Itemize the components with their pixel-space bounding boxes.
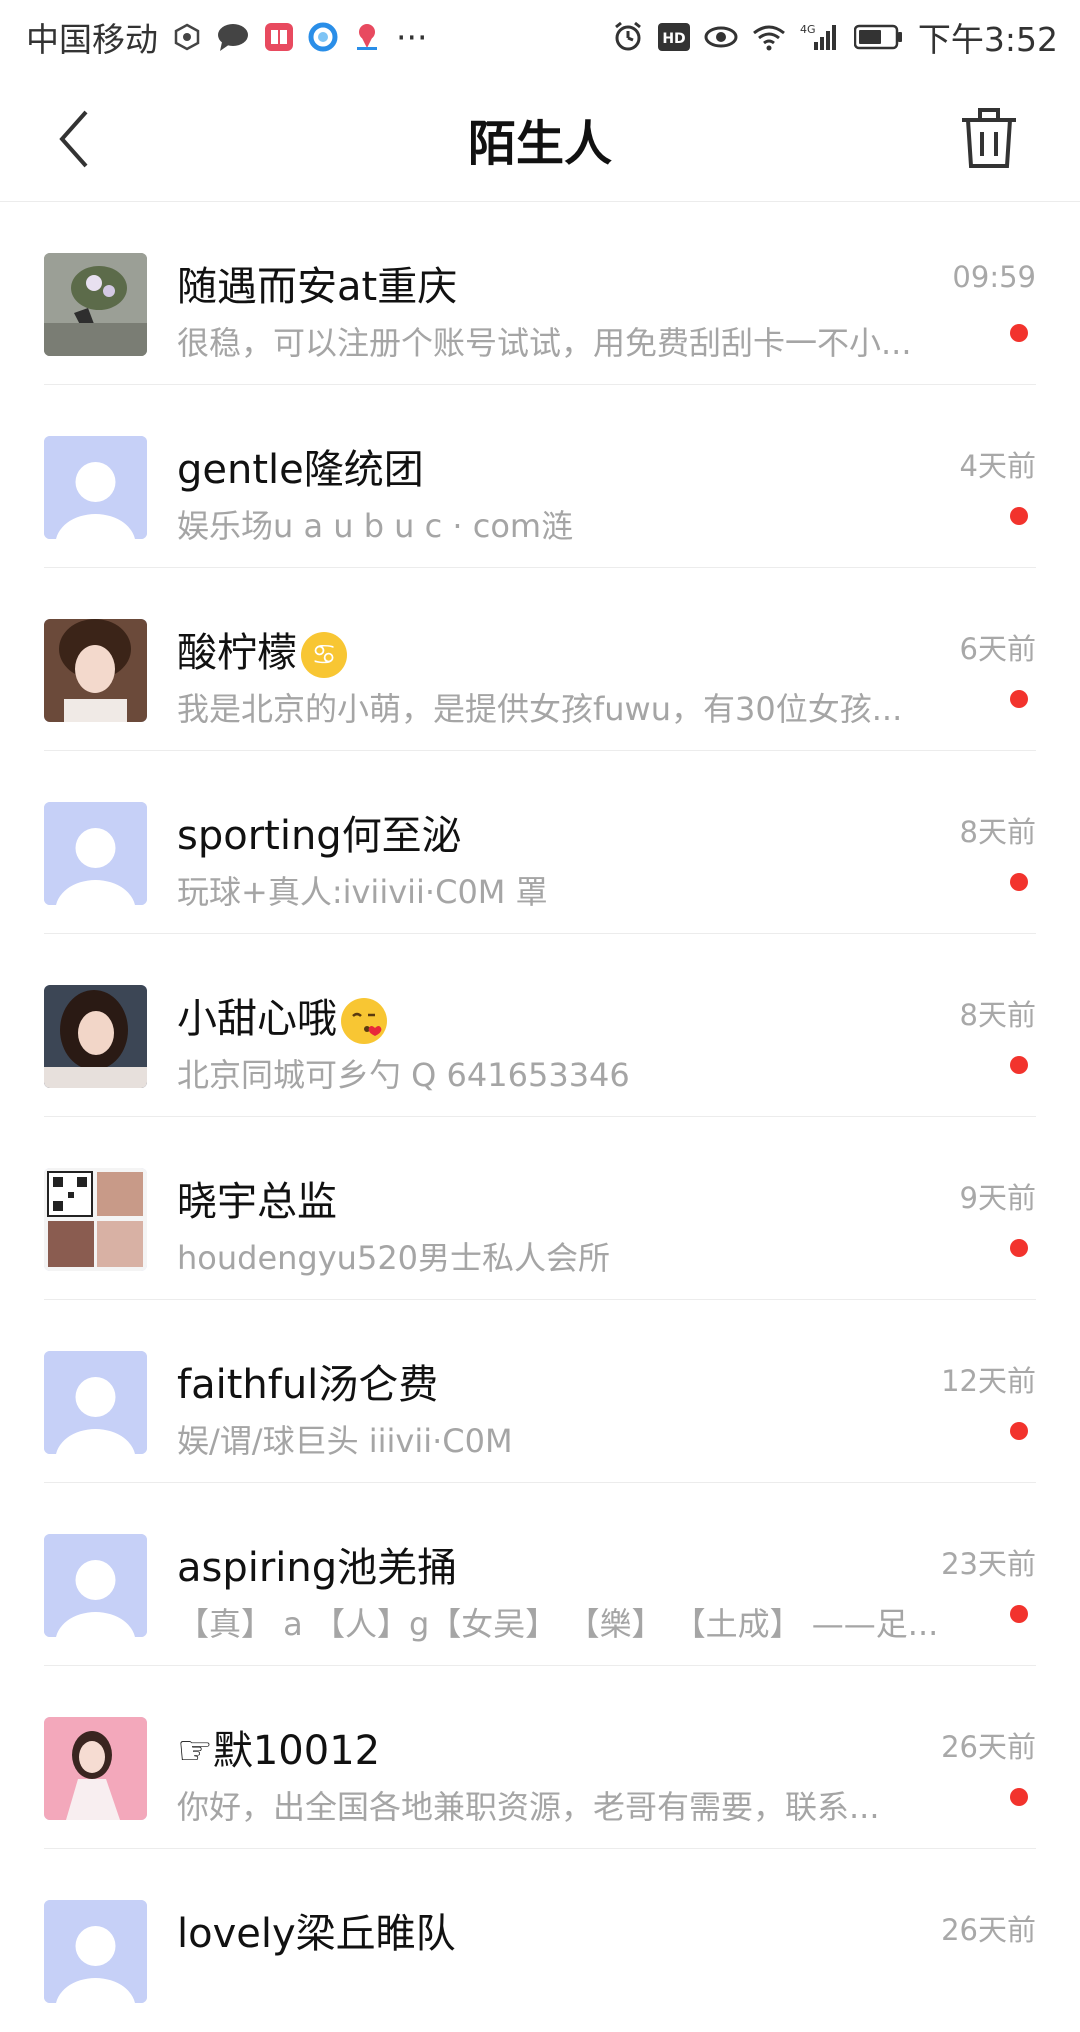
person-silhouette-icon (44, 436, 147, 539)
person-silhouette-icon (44, 1351, 147, 1454)
timestamp: 8天前 (959, 815, 1036, 849)
message-preview: 【真】 a 【人】g【女吴】 【樂】 【土成】 ——足... (177, 1605, 939, 1643)
trash-icon (962, 108, 1016, 168)
battery-icon (853, 24, 904, 50)
carrier-label: 中国移动 (26, 20, 158, 59)
page-title: 陌生人 (467, 116, 612, 172)
message-preview: 娱/谓/球巨头 iiivii·C0M (177, 1422, 513, 1460)
conversation-row[interactable]: 酸柠檬 ♋ 我是北京的小萌，是提供女孩fuwu，有30位女孩... 6天前 (0, 568, 1080, 751)
delete-all-button[interactable] (954, 104, 1024, 174)
person-silhouette-icon (44, 802, 147, 905)
nav-header: 陌生人 (0, 74, 1080, 202)
default-avatar (44, 436, 147, 539)
contact-name: gentle隆统团 (177, 447, 424, 493)
avatar (44, 253, 147, 356)
unread-dot (1010, 1422, 1028, 1440)
unread-dot (1010, 690, 1028, 708)
hexagon-icon (172, 22, 202, 52)
conversation-row[interactable]: gentle隆统团 娱乐场u a u b u c · com涟 4天前 (0, 385, 1080, 568)
unread-dot (1010, 1056, 1028, 1074)
unread-dot (1010, 1788, 1028, 1806)
browser-app-icon (308, 22, 338, 52)
default-avatar (44, 1351, 147, 1454)
timestamp: 26天前 (941, 1913, 1036, 1947)
message-preview: 很稳，可以注册个账号试试，用免费刮刮卡一不小... (177, 324, 912, 362)
message-preview: 娱乐场u a u b u c · com涟 (177, 507, 574, 545)
kiss-face-emoji (341, 998, 387, 1044)
person-silhouette-icon (44, 1900, 147, 2003)
avatar (44, 985, 147, 1088)
timestamp: 6天前 (959, 632, 1036, 666)
status-bar: 中国移动 ··· HD 4G 下午3:52 (0, 0, 1080, 74)
hd-icon: HD (657, 23, 690, 51)
cancer-zodiac-emoji: ♋ (301, 632, 347, 678)
contact-name: 小甜心哦 (177, 986, 387, 1044)
contact-name: lovely梁丘睢队 (177, 1911, 456, 1957)
unread-dot (1010, 324, 1028, 342)
network-type-label: 4G (800, 23, 816, 36)
wifi-icon (752, 23, 786, 51)
timestamp: 12天前 (941, 1364, 1036, 1398)
alarm-icon (612, 21, 644, 53)
unread-dot (1010, 1605, 1028, 1623)
contact-name: 随遇而安at重庆 (177, 264, 458, 310)
conversation-row[interactable]: sporting何至泌 玩球+真人:iviivii·C0M 罩 8天前 (0, 751, 1080, 934)
conversation-row[interactable]: 小甜心哦 北京同城可乡勺 Q 641653346 8天前 (0, 934, 1080, 1117)
map-pin-app-icon (352, 22, 382, 52)
more-notifications: ··· (396, 17, 428, 57)
message-preview: 我是北京的小萌，是提供女孩fuwu，有30位女孩... (177, 690, 903, 728)
conversation-list: 随遇而安at重庆 很稳，可以注册个账号试试，用免费刮刮卡一不小... 09:59… (0, 202, 1080, 2032)
chat-bubble-icon (216, 22, 250, 52)
message-preview: houdengyu520男士私人会所 (177, 1239, 611, 1277)
conversation-row[interactable]: faithful汤仑费 娱/谓/球巨头 iiivii·C0M 12天前 (0, 1300, 1080, 1483)
svg-text:HD: HD (662, 31, 685, 47)
avatar (44, 619, 147, 722)
timestamp: 26天前 (941, 1730, 1036, 1764)
conversation-row[interactable]: lovely梁丘睢队 26天前 (0, 1849, 1080, 2032)
conversation-row[interactable]: ☞默10012 你好，出全国各地兼职资源，老哥有需要，联系... 26天前 (0, 1666, 1080, 1849)
default-avatar (44, 1900, 147, 2003)
contact-name: aspiring池羌捅 (177, 1545, 458, 1591)
clock-label: 下午3:52 (917, 20, 1058, 59)
conversation-row[interactable]: 随遇而安at重庆 很稳，可以注册个账号试试，用免费刮刮卡一不小... 09:59 (0, 202, 1080, 385)
contact-name: sporting何至泌 (177, 813, 462, 859)
avatar (44, 1717, 147, 1820)
unread-dot (1010, 1239, 1028, 1257)
conversation-row[interactable]: 晓宇总监 houdengyu520男士私人会所 9天前 (0, 1117, 1080, 1300)
timestamp: 4天前 (959, 449, 1036, 483)
unread-dot (1010, 507, 1028, 525)
avatar (44, 1168, 147, 1271)
contact-name: faithful汤仑费 (177, 1362, 439, 1408)
book-app-icon (264, 22, 294, 52)
default-avatar (44, 802, 147, 905)
timestamp: 8天前 (959, 998, 1036, 1032)
message-preview: 你好，出全国各地兼职资源，老哥有需要，联系... (177, 1788, 880, 1826)
message-preview: 北京同城可乡勺 Q 641653346 (177, 1056, 630, 1094)
contact-name: 酸柠檬 ♋ (177, 620, 347, 678)
timestamp: 9天前 (959, 1181, 1036, 1215)
person-silhouette-icon (44, 1534, 147, 1637)
contact-name: ☞默10012 (177, 1728, 381, 1774)
conversation-row[interactable]: aspiring池羌捅 【真】 a 【人】g【女吴】 【樂】 【土成】 ——足.… (0, 1483, 1080, 1666)
default-avatar (44, 1534, 147, 1637)
timestamp: 23天前 (941, 1547, 1036, 1581)
eye-icon (704, 24, 738, 50)
contact-name: 晓宇总监 (177, 1179, 337, 1225)
message-preview: 玩球+真人:iviivii·C0M 罩 (177, 873, 548, 911)
unread-dot (1010, 873, 1028, 891)
cellular-signal-icon: 4G (800, 22, 840, 52)
timestamp: 09:59 (952, 260, 1036, 294)
